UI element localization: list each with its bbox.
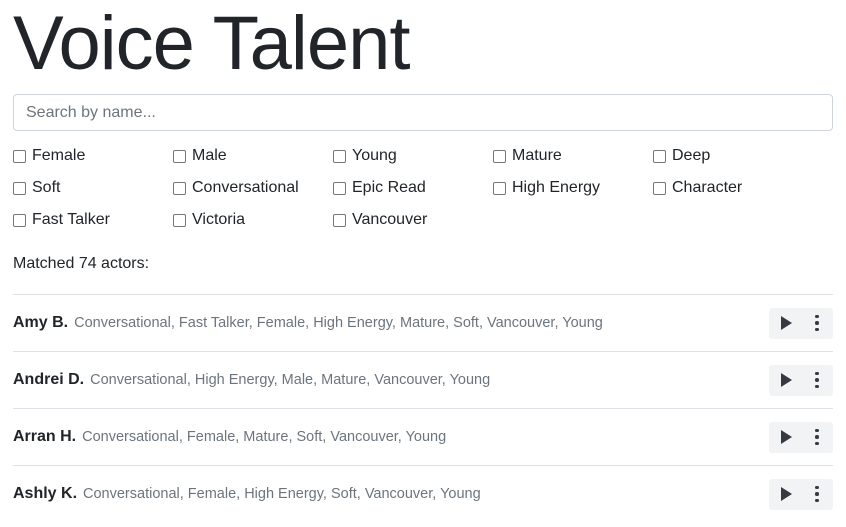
actor-tags: Conversational, High Energy, Male, Matur… bbox=[90, 372, 491, 388]
filter-label: Vancouver bbox=[352, 211, 428, 228]
more-vertical-icon bbox=[815, 484, 819, 504]
actor-row: Andrei D. Conversational, High Energy, M… bbox=[13, 351, 833, 408]
play-icon bbox=[780, 487, 792, 501]
play-icon bbox=[780, 430, 792, 444]
filter-label: Fast Talker bbox=[32, 211, 110, 228]
filter-vancouver[interactable]: Vancouver bbox=[333, 209, 493, 231]
filter-deep[interactable]: Deep bbox=[653, 145, 813, 167]
actor-actions bbox=[769, 421, 833, 453]
actor-name: Ashly K. bbox=[13, 485, 78, 502]
checkbox-icon[interactable] bbox=[333, 213, 346, 227]
actor-row: Ashly K. Conversational, Female, High En… bbox=[13, 465, 833, 522]
filter-conversational[interactable]: Conversational bbox=[173, 177, 333, 199]
filter-label: Victoria bbox=[192, 211, 246, 228]
actor-actions bbox=[769, 307, 833, 339]
filter-label: Conversational bbox=[192, 179, 299, 196]
match-count: Matched 74 actors: bbox=[13, 255, 150, 272]
actor-name: Arran H. bbox=[13, 428, 77, 445]
actor-actions bbox=[769, 478, 833, 510]
filter-label: Epic Read bbox=[352, 179, 426, 196]
actor-actions bbox=[769, 364, 833, 396]
checkbox-icon[interactable] bbox=[13, 181, 26, 195]
filter-label: Soft bbox=[32, 179, 61, 196]
filter-fast-talker[interactable]: Fast Talker bbox=[13, 209, 173, 231]
checkbox-icon[interactable] bbox=[493, 149, 506, 163]
checkbox-icon[interactable] bbox=[653, 181, 666, 195]
filter-mature[interactable]: Mature bbox=[493, 145, 653, 167]
play-button[interactable] bbox=[769, 365, 801, 396]
actor-name: Andrei D. bbox=[13, 371, 85, 388]
filter-label: Young bbox=[352, 147, 397, 164]
checkbox-icon[interactable] bbox=[173, 149, 186, 163]
checkbox-icon[interactable] bbox=[333, 149, 346, 163]
more-options-button[interactable] bbox=[801, 308, 833, 339]
filter-female[interactable]: Female bbox=[13, 145, 173, 167]
filter-label: Female bbox=[32, 147, 86, 164]
more-options-button[interactable] bbox=[801, 422, 833, 453]
checkbox-icon[interactable] bbox=[493, 181, 506, 195]
filter-young[interactable]: Young bbox=[333, 145, 493, 167]
actor-tags: Conversational, Female, Mature, Soft, Va… bbox=[82, 429, 447, 445]
actor-tags: Conversational, Female, High Energy, Sof… bbox=[83, 486, 481, 502]
checkbox-icon[interactable] bbox=[333, 181, 346, 195]
search-input[interactable] bbox=[13, 94, 833, 131]
filter-character[interactable]: Character bbox=[653, 177, 813, 199]
play-icon bbox=[780, 373, 792, 387]
page: Voice Talent Female Male Young Mature De… bbox=[0, 0, 846, 527]
checkbox-icon[interactable] bbox=[653, 149, 666, 163]
play-button[interactable] bbox=[769, 308, 801, 339]
filter-label: Character bbox=[672, 179, 743, 196]
filter-grid: Female Male Young Mature Deep Soft Conve… bbox=[13, 145, 833, 231]
actor-row: Arran H. Conversational, Female, Mature,… bbox=[13, 408, 833, 465]
filter-label: High Energy bbox=[512, 179, 601, 196]
play-button[interactable] bbox=[769, 479, 801, 510]
more-options-button[interactable] bbox=[801, 479, 833, 510]
checkbox-icon[interactable] bbox=[13, 213, 26, 227]
filter-soft[interactable]: Soft bbox=[13, 177, 173, 199]
play-button[interactable] bbox=[769, 422, 801, 453]
actor-name: Amy B. bbox=[13, 314, 69, 331]
more-vertical-icon bbox=[815, 427, 819, 447]
play-icon bbox=[780, 316, 792, 330]
filter-high-energy[interactable]: High Energy bbox=[493, 177, 653, 199]
filter-label: Deep bbox=[672, 147, 711, 164]
filter-label: Mature bbox=[512, 147, 562, 164]
checkbox-icon[interactable] bbox=[173, 181, 186, 195]
filter-victoria[interactable]: Victoria bbox=[173, 209, 333, 231]
filter-label: Male bbox=[192, 147, 227, 164]
more-vertical-icon bbox=[815, 370, 819, 390]
filter-male[interactable]: Male bbox=[173, 145, 333, 167]
page-title: Voice Talent bbox=[13, 1, 410, 86]
more-vertical-icon bbox=[815, 313, 819, 333]
checkbox-icon[interactable] bbox=[13, 149, 26, 163]
actor-tags: Conversational, Fast Talker, Female, Hig… bbox=[74, 315, 603, 331]
actor-list: Amy B. Conversational, Fast Talker, Fema… bbox=[13, 294, 833, 522]
checkbox-icon[interactable] bbox=[173, 213, 186, 227]
actor-row: Amy B. Conversational, Fast Talker, Fema… bbox=[13, 294, 833, 351]
filter-epic-read[interactable]: Epic Read bbox=[333, 177, 493, 199]
more-options-button[interactable] bbox=[801, 365, 833, 396]
